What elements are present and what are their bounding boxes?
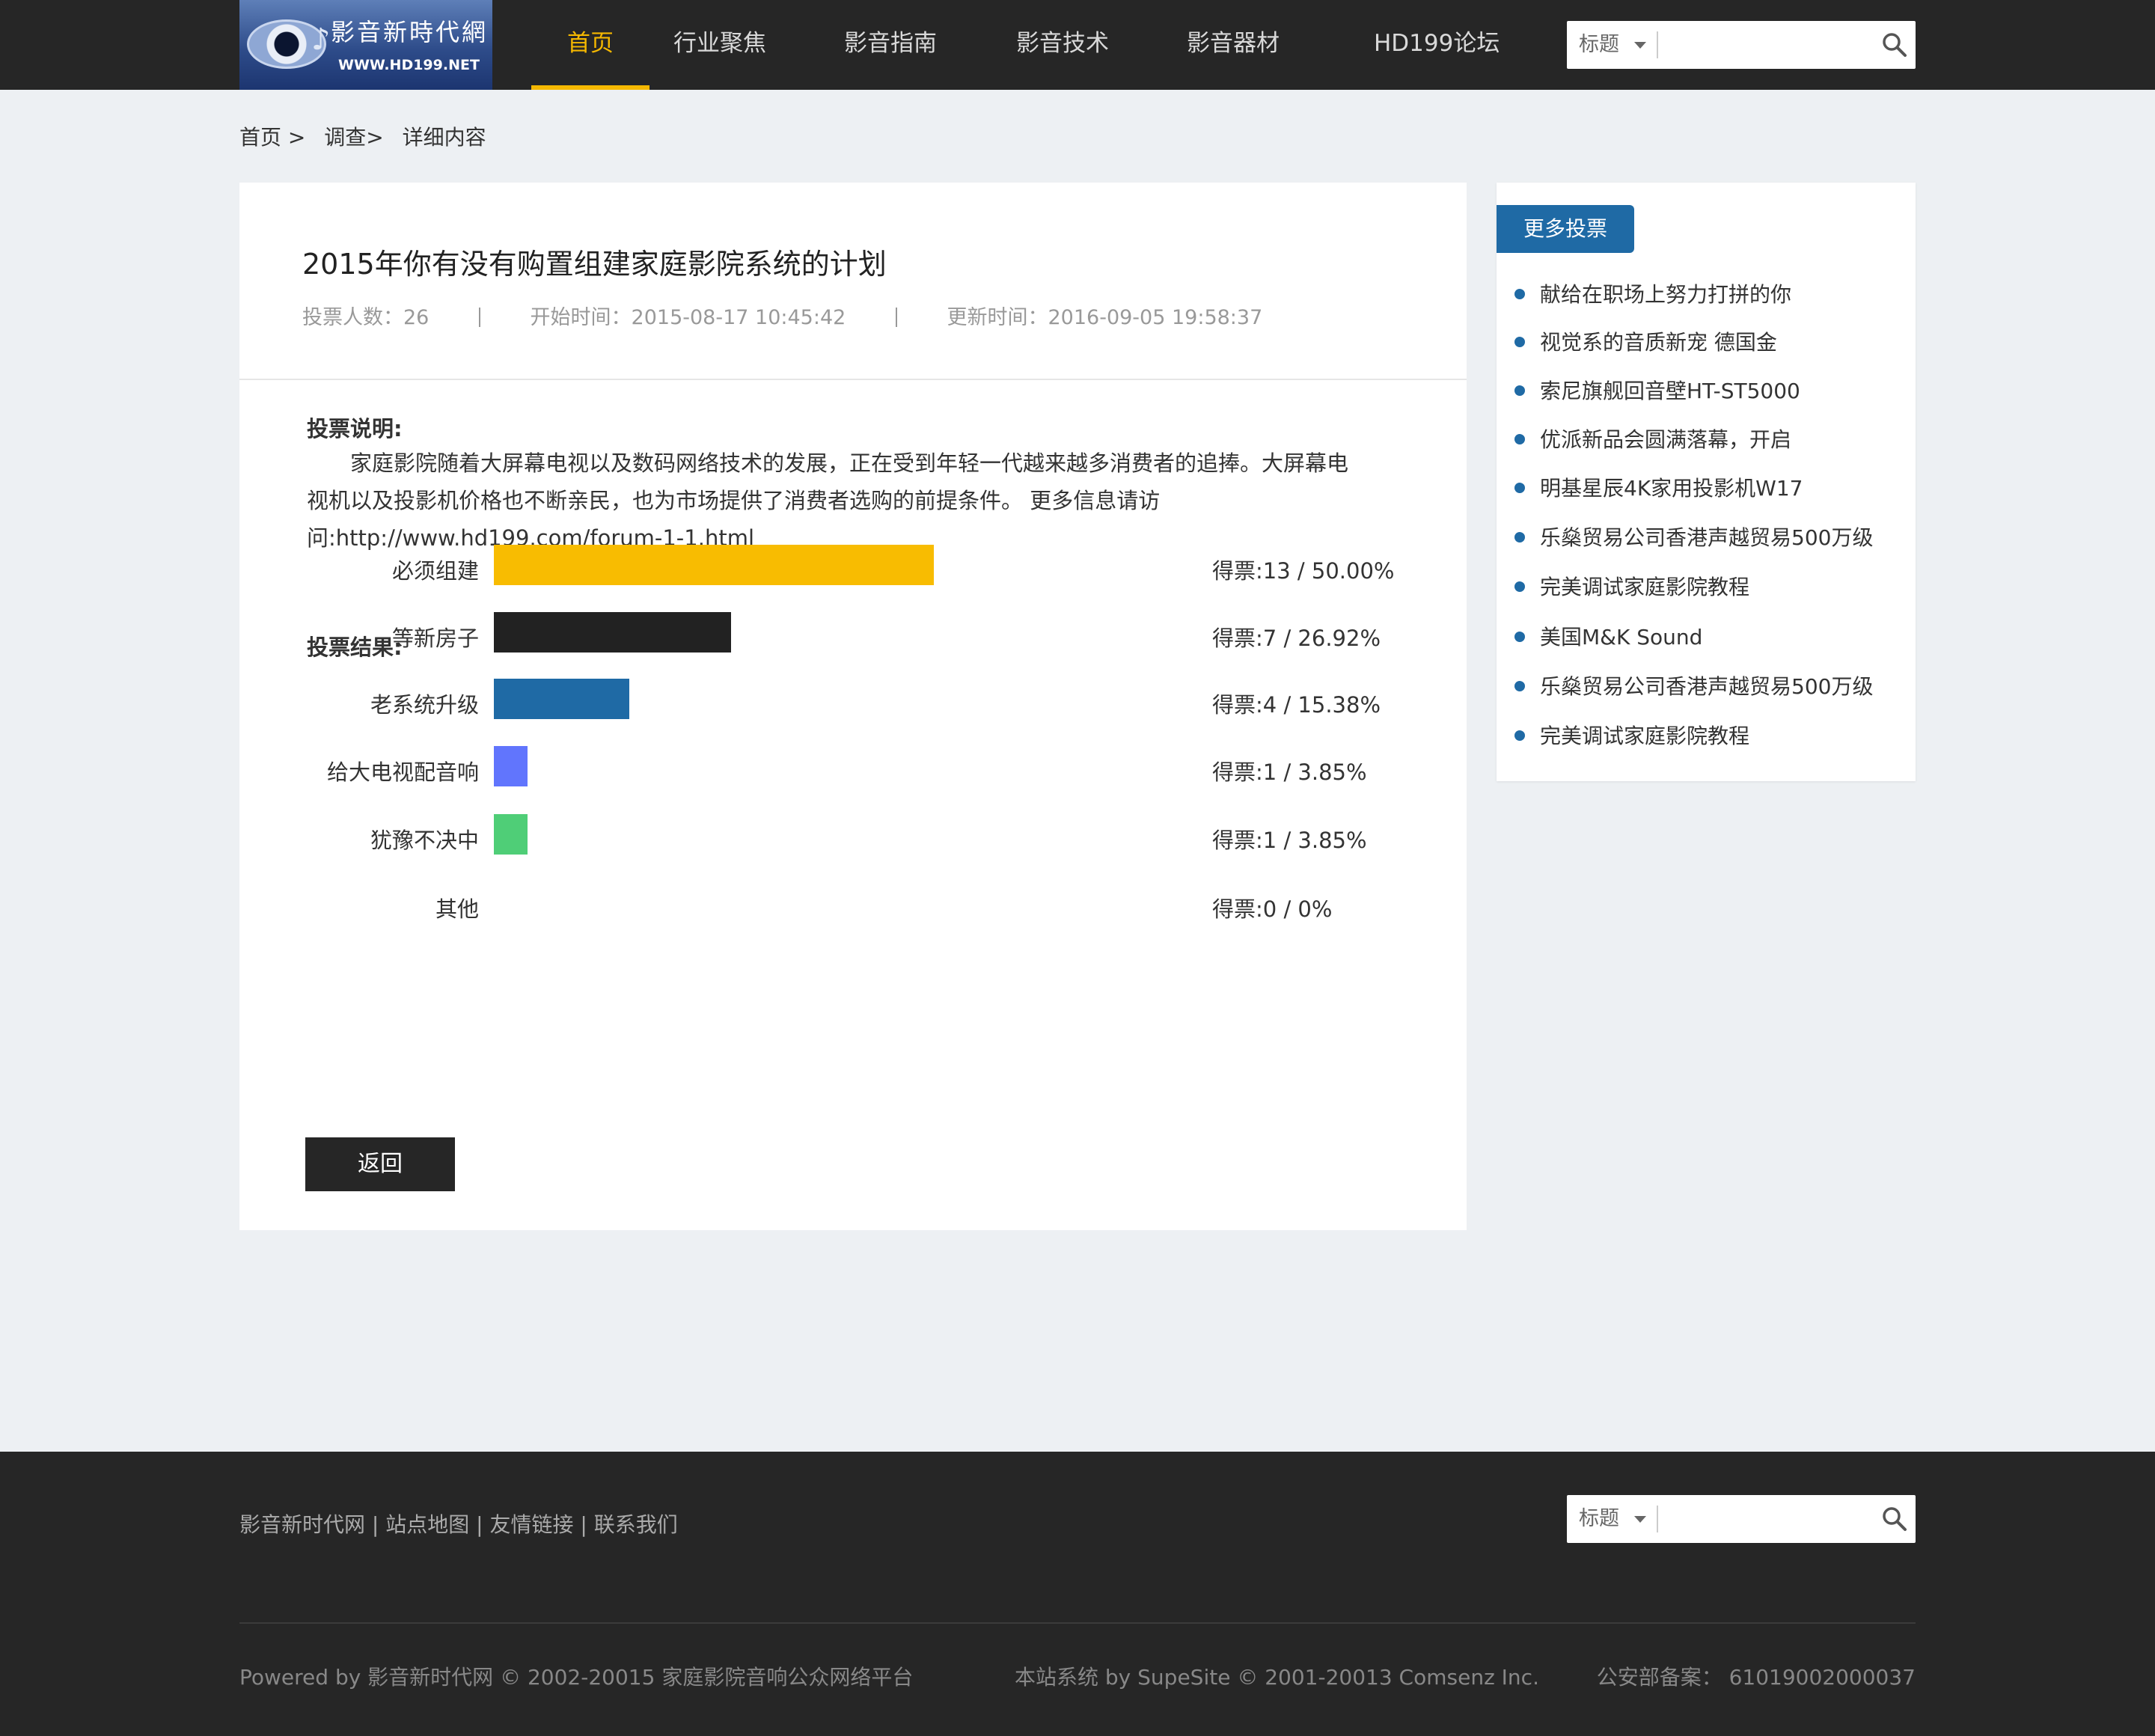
logo-name: 影音新時代網: [331, 18, 489, 46]
top-navbar: ♪ 影音新時代網 WWW.HD199.NET 首页 行业聚焦 影音指南 影音技术…: [0, 0, 2155, 90]
card-divider: [239, 379, 1467, 380]
sidebar-poll-link[interactable]: 完美调试家庭影院教程: [1514, 720, 1749, 750]
poll-option-votes: 得票:7 / 26.92%: [1212, 626, 1381, 651]
sidebar-poll-title[interactable]: 乐燊贸易公司香港声越贸易500万级: [1540, 674, 1873, 699]
header-search: 标题: [1567, 21, 1916, 69]
poll-option-label: 必须组建: [391, 558, 479, 584]
search-input[interactable]: [1664, 27, 1869, 64]
sidebar-poll-link[interactable]: 视觉系的音质新宠 德国金: [1514, 326, 1777, 356]
sidebar-poll-title[interactable]: 完美调试家庭影院教程: [1540, 724, 1749, 748]
sidebar-poll-title[interactable]: 献给在职场上努力打拼的你: [1540, 282, 1791, 307]
poll-option-label: 犹豫不决中: [370, 828, 479, 853]
poll-option-bar: [494, 746, 528, 786]
bullet-icon: [1514, 632, 1525, 642]
footer-powered-by: Powered by 影音新时代网 © 2002-20015 家庭影院音响公众网…: [239, 1665, 914, 1690]
sidebar-poll-title[interactable]: 索尼旗舰回音壁HT-ST5000: [1540, 379, 1800, 403]
poll-option-votes: 得票:1 / 3.85%: [1212, 760, 1367, 785]
poll-option-bar: [494, 814, 528, 855]
site-logo[interactable]: ♪ 影音新時代網 WWW.HD199.NET: [239, 0, 492, 90]
caret-down-icon[interactable]: [1634, 1516, 1646, 1523]
breadcrumb-survey[interactable]: 调查>: [324, 125, 383, 150]
poll-option-votes: 得票:13 / 50.00%: [1212, 558, 1395, 584]
search-icon[interactable]: [1881, 1506, 1908, 1532]
search-field-select[interactable]: 标题: [1579, 1495, 1619, 1543]
poll-voter-count: 投票人数：26: [302, 306, 430, 329]
bullet-icon: [1514, 483, 1525, 493]
logo-url: WWW.HD199.NET: [338, 57, 480, 73]
sidebar-poll-link[interactable]: 乐燊贸易公司香港声越贸易500万级: [1514, 670, 1873, 700]
poll-option-label: 等新房子: [391, 626, 479, 651]
poll-option-bar: [494, 679, 629, 719]
bullet-icon: [1514, 385, 1525, 396]
sidebar-poll-title[interactable]: 优派新品会圆满落幕，开启: [1540, 427, 1791, 452]
search-separator: [1657, 31, 1658, 58]
bullet-icon: [1514, 532, 1525, 542]
bullet-icon: [1514, 289, 1525, 299]
meta-separator: [895, 308, 897, 327]
sidebar-poll-title[interactable]: 乐燊贸易公司香港声越贸易500万级: [1540, 525, 1873, 550]
caret-down-icon[interactable]: [1634, 42, 1646, 49]
sidebar-poll-link[interactable]: 明基星辰4K家用投影机W17: [1514, 472, 1803, 502]
music-note-icon: ♪: [311, 22, 331, 57]
sidebar-poll-link[interactable]: 优派新品会圆满落幕，开启: [1514, 424, 1791, 453]
footer-search: 标题: [1567, 1495, 1916, 1543]
bullet-icon: [1514, 337, 1525, 347]
poll-start-time: 开始时间：2015-08-17 10:45:42: [530, 306, 846, 329]
sidebar-poll-link[interactable]: 献给在职场上努力打拼的你: [1514, 278, 1791, 308]
sidebar-poll-link[interactable]: 美国M&K Sound: [1514, 621, 1702, 651]
nav-industry-focus[interactable]: 行业聚焦: [673, 0, 766, 90]
sidebar-poll-link[interactable]: 乐燊贸易公司香港声越贸易500万级: [1514, 522, 1873, 551]
footer: 影音新时代网 | 站点地图 | 友情链接 | 联系我们 标题 Powered b…: [0, 1452, 2155, 1736]
bullet-icon: [1514, 730, 1525, 741]
nav-av-equipment[interactable]: 影音器材: [1187, 0, 1280, 90]
sidebar-poll-title[interactable]: 美国M&K Sound: [1540, 625, 1702, 650]
nav-av-guide[interactable]: 影音指南: [844, 0, 937, 90]
sidebar-poll-title[interactable]: 完美调试家庭影院教程: [1540, 575, 1749, 599]
search-input[interactable]: [1664, 1501, 1869, 1538]
poll-title: 2015年你有没有购置组建家庭影院系统的计划: [302, 248, 887, 281]
poll-option-label: 老系统升级: [370, 692, 479, 718]
poll-option-votes: 得票:1 / 3.85%: [1212, 828, 1367, 853]
poll-option-label: 其他: [435, 896, 479, 922]
sidebar-poll-title[interactable]: 明基星辰4K家用投影机W17: [1540, 476, 1803, 501]
poll-option-votes: 得票:0 / 0%: [1212, 896, 1333, 922]
poll-card: 2015年你有没有购置组建家庭影院系统的计划 投票人数：26 开始时间：2015…: [239, 183, 1467, 1230]
poll-option-bar: [494, 612, 731, 652]
sidebar-poll-link[interactable]: 索尼旗舰回音壁HT-ST5000: [1514, 375, 1800, 405]
bullet-icon: [1514, 681, 1525, 691]
breadcrumb: 首页 > 调查> 详细内容: [239, 121, 498, 151]
poll-option-bar: [494, 545, 934, 585]
bullet-icon: [1514, 434, 1525, 444]
nav-home[interactable]: 首页: [531, 0, 649, 90]
breadcrumb-current: 详细内容: [402, 125, 486, 150]
more-polls-sidebar: 更多投票 献给在职场上努力打拼的你 视觉系的音质新宠 德国金 索尼旗舰回音壁HT…: [1497, 183, 1916, 781]
poll-description: 家庭影院随着大屏幕电视以及数码网络技术的发展，正在受到年轻一代越来越多消费者的追…: [307, 450, 1349, 551]
footer-icp-record: 公安部备案： 61019002000037: [1596, 1665, 1916, 1690]
search-icon[interactable]: [1881, 31, 1908, 58]
sidebar-poll-title[interactable]: 视觉系的音质新宠 德国金: [1540, 330, 1777, 355]
description-heading: 投票说明:: [307, 416, 403, 441]
back-button[interactable]: 返回: [305, 1137, 455, 1191]
sidebar-poll-link[interactable]: 完美调试家庭影院教程: [1514, 571, 1749, 601]
more-polls-heading: 更多投票: [1497, 205, 1634, 253]
poll-meta: 投票人数：26 开始时间：2015-08-17 10:45:42 更新时间：20…: [302, 301, 1262, 330]
footer-divider: [239, 1622, 1916, 1624]
bullet-icon: [1514, 581, 1525, 592]
search-field-select[interactable]: 标题: [1579, 21, 1619, 69]
poll-option-label: 给大电视配音响: [326, 760, 479, 785]
poll-option-votes: 得票:4 / 15.38%: [1212, 692, 1381, 718]
nav-forum[interactable]: HD199论坛: [1374, 0, 1500, 90]
search-separator: [1657, 1506, 1658, 1532]
nav-av-tech[interactable]: 影音技术: [1016, 0, 1109, 90]
meta-separator: [478, 308, 480, 327]
footer-links[interactable]: 影音新时代网 | 站点地图 | 友情链接 | 联系我们: [239, 1509, 678, 1538]
poll-update-time: 更新时间：2016-09-05 19:58:37: [947, 306, 1263, 329]
footer-system-credit: 本站系统 by SupeSite © 2001-20013 Comsenz In…: [1015, 1665, 1539, 1690]
breadcrumb-home[interactable]: 首页 >: [239, 125, 305, 150]
